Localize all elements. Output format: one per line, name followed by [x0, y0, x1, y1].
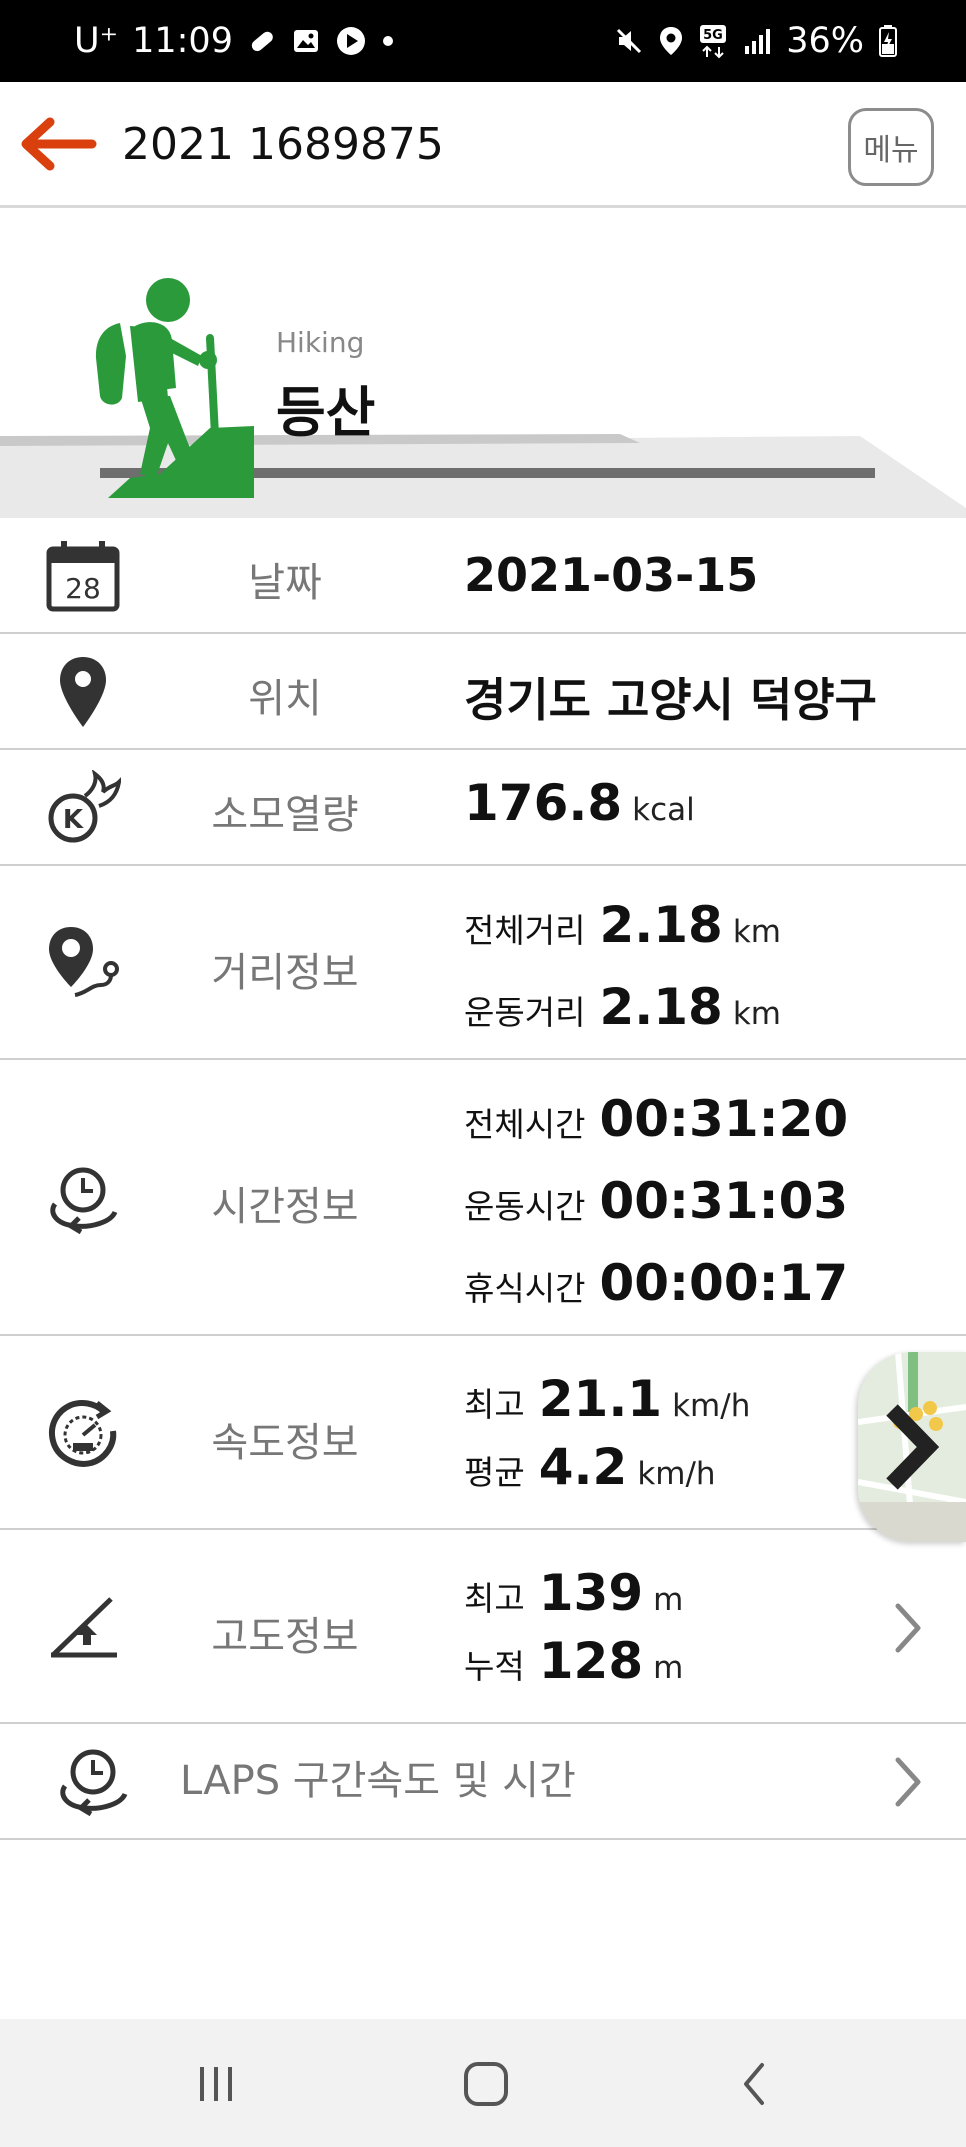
speed-avg-line: 평균 4.2 km/h — [464, 1438, 716, 1496]
speed-avg-key: 평균 — [464, 1453, 525, 1492]
time-rest-line: 휴식시간 00:00:17 — [464, 1254, 848, 1312]
app-header: 2021 1689875 메뉴 — [0, 82, 966, 208]
calories-value-line: 176.8 kcal — [464, 774, 695, 832]
clock-cycle-icon — [40, 1155, 126, 1241]
altitude-cum-value: 128 — [538, 1632, 644, 1690]
svg-text:K: K — [63, 805, 84, 835]
mute-icon — [614, 26, 644, 56]
location-value: 경기도 고양시 덕양구 — [464, 673, 877, 727]
back-nav-icon[interactable] — [726, 2059, 786, 2109]
speed-label: 속도정보 — [211, 1420, 359, 1466]
date-row: 28 날짜 2021-03-15 — [0, 518, 966, 634]
laps-row[interactable]: LAPS 구간속도 및 시간 — [0, 1724, 966, 1840]
time-total-line: 전체시간 00:31:20 — [464, 1090, 848, 1148]
altitude-label: 고도정보 — [211, 1614, 359, 1660]
time-label: 시간정보 — [211, 1184, 359, 1230]
battery-charging-icon — [878, 24, 898, 58]
activity-details: 28 날짜 2021-03-15 위치 경기도 고양시 덕양구 K 소모열량 1… — [0, 518, 966, 1840]
time-moving-key: 운동시간 — [464, 1187, 586, 1226]
date-label: 날짜 — [248, 560, 322, 606]
speed-avg-value: 4.2 — [538, 1438, 628, 1496]
distance-total-line: 전체거리 2.18 km — [464, 896, 781, 954]
activity-subtitle: Hiking — [276, 326, 365, 359]
home-icon[interactable] — [456, 2059, 516, 2109]
distance-total-key: 전체거리 — [464, 911, 586, 950]
chevron-right-icon — [895, 1757, 921, 1807]
altitude-max-value: 139 — [538, 1564, 644, 1622]
menu-button[interactable]: 메뉴 — [848, 108, 934, 186]
page-title: 2021 1689875 — [122, 119, 444, 170]
calories-unit: kcal — [632, 792, 695, 828]
calories-label: 소모열량 — [211, 792, 359, 838]
time-row: 시간정보 전체시간 00:31:20 운동시간 00:31:03 휴식시간 00… — [0, 1060, 966, 1336]
map-open-button[interactable] — [858, 1352, 966, 1542]
laps-label: LAPS 구간속도 및 시간 — [180, 1758, 576, 1804]
laps-clock-icon — [50, 1739, 136, 1825]
activity-title: 등산 — [276, 381, 376, 444]
signal-icon — [742, 26, 772, 56]
location-icon — [658, 25, 684, 57]
notification-dot-icon — [381, 34, 395, 48]
distance-total-unit: km — [732, 914, 781, 950]
location-label: 위치 — [248, 676, 322, 722]
speedometer-icon — [40, 1390, 126, 1476]
calories-value: 176.8 — [464, 774, 623, 832]
altitude-slope-icon — [40, 1584, 126, 1670]
speed-avg-unit: km/h — [637, 1456, 716, 1492]
altitude-cum-line: 누적 128 m — [464, 1632, 683, 1690]
time-total-key: 전체시간 — [464, 1105, 586, 1144]
battery-percent: 36% — [786, 21, 864, 61]
calorie-fire-icon: K — [40, 765, 126, 851]
altitude-cum-key: 누적 — [464, 1647, 525, 1686]
route-pin-icon — [40, 920, 126, 1006]
clock: 11:09 — [132, 21, 233, 61]
distance-total-value: 2.18 — [599, 896, 723, 954]
speed-max-unit: km/h — [672, 1388, 751, 1424]
time-moving-line: 운동시간 00:31:03 — [464, 1172, 848, 1230]
altitude-cum-unit: m — [653, 1650, 684, 1686]
time-moving-value: 00:31:03 — [599, 1172, 849, 1230]
speed-max-value: 21.1 — [538, 1370, 663, 1428]
recent-apps-icon[interactable] — [186, 2059, 246, 2109]
location-row: 위치 경기도 고양시 덕양구 — [0, 634, 966, 750]
altitude-max-unit: m — [653, 1582, 684, 1618]
time-rest-key: 휴식시간 — [464, 1269, 586, 1308]
distance-moving-line: 운동거리 2.18 km — [464, 978, 781, 1036]
distance-moving-key: 운동거리 — [464, 993, 586, 1032]
pill-icon — [247, 26, 277, 56]
hiker-icon — [95, 278, 254, 498]
distance-label: 거리정보 — [211, 950, 359, 996]
status-bar: U⁺ 11:09 5G 36% — [0, 0, 966, 82]
distance-moving-unit: km — [732, 996, 781, 1032]
svg-text:5G: 5G — [703, 28, 723, 43]
map-thumbnail — [858, 1352, 966, 1542]
time-rest-value: 00:00:17 — [599, 1254, 849, 1312]
calendar-icon: 28 — [40, 533, 126, 619]
altitude-max-line: 최고 139 m — [464, 1564, 683, 1622]
gallery-icon — [291, 26, 321, 56]
chevron-right-icon — [895, 1603, 921, 1653]
altitude-row[interactable]: 고도정보 최고 139 m 누적 128 m — [0, 1530, 966, 1724]
altitude-max-key: 최고 — [464, 1579, 525, 1618]
map-pin-icon — [40, 649, 126, 735]
speed-max-line: 최고 21.1 km/h — [464, 1370, 750, 1428]
svg-text:28: 28 — [65, 572, 101, 605]
distance-row: 거리정보 전체거리 2.18 km 운동거리 2.18 km — [0, 866, 966, 1060]
speed-row: 속도정보 최고 21.1 km/h 평균 4.2 km/h — [0, 1336, 966, 1530]
back-arrow-icon — [21, 117, 97, 171]
back-button[interactable] — [18, 112, 98, 176]
distance-moving-value: 2.18 — [599, 978, 723, 1036]
activity-hero: Hiking 등산 — [0, 208, 966, 518]
date-value: 2021-03-15 — [464, 548, 759, 602]
speed-max-key: 최고 — [464, 1385, 525, 1424]
system-nav-bar — [0, 2019, 966, 2147]
calories-row: K 소모열량 176.8 kcal — [0, 750, 966, 866]
time-total-value: 00:31:20 — [599, 1090, 849, 1148]
play-icon — [335, 25, 367, 57]
network-5g-icon: 5G — [698, 23, 728, 59]
carrier-label: U⁺ — [74, 21, 119, 61]
